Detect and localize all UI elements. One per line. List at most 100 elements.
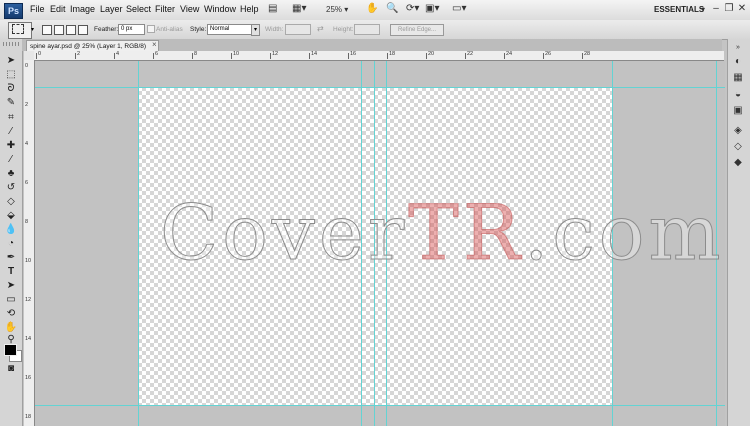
ruler-tick [465, 53, 466, 59]
ruler-tick [348, 53, 349, 59]
ruler-label: 18 [389, 51, 396, 57]
swatches-panel-icon[interactable]: ▦ [730, 72, 746, 84]
minimize-icon[interactable]: – [710, 3, 722, 15]
ruler-tick [426, 53, 427, 59]
ruler-label: 4 [25, 141, 29, 147]
arrange-documents-icon[interactable]: ▣▾ [425, 3, 439, 16]
styles-panel-icon[interactable]: ▣ [730, 105, 746, 117]
panel-grip[interactable] [3, 42, 19, 46]
3d-rotate-tool-icon[interactable]: ⟲ [3, 308, 19, 320]
marquee-tool-icon[interactable]: ⬚ [3, 69, 19, 81]
menu-window[interactable]: Window [204, 4, 236, 14]
menu-filter[interactable]: Filter [155, 4, 175, 14]
move-tool-icon[interactable]: ➤ [3, 55, 19, 67]
ruler-label: 0 [25, 63, 29, 69]
ruler-label: 18 [25, 414, 32, 420]
screen-mode-icon[interactable]: ▭▾ [452, 3, 466, 16]
intersect-selection-button[interactable] [78, 25, 88, 35]
ruler-tick [309, 53, 310, 59]
height-input[interactable] [354, 24, 380, 35]
ruler-label: 6 [155, 51, 159, 57]
menu-help[interactable]: Help [240, 4, 259, 14]
ruler-label: 8 [194, 51, 198, 57]
history-brush-tool-icon[interactable]: ↺ [3, 182, 19, 194]
quick-mask-icon[interactable]: ◙ [3, 363, 19, 375]
ruler-label: 20 [428, 51, 435, 57]
ruler-tick [36, 53, 37, 59]
guide-horizontal[interactable] [35, 405, 725, 406]
eraser-tool-icon[interactable]: ◇ [3, 196, 19, 208]
guide-vertical[interactable] [138, 61, 139, 426]
ruler-label: 2 [25, 102, 29, 108]
channels-panel-icon[interactable]: ◇ [730, 141, 746, 153]
menu-image[interactable]: Image [70, 4, 95, 14]
ruler-tick [582, 53, 583, 59]
menu-layer[interactable]: Layer [100, 4, 123, 14]
type-tool-icon[interactable]: T [3, 266, 19, 278]
menu-view[interactable]: View [180, 4, 199, 14]
antialias-label: Anti-alias [156, 26, 183, 33]
menu-select[interactable]: Select [126, 4, 151, 14]
ruler-label: 16 [350, 51, 357, 57]
zoom-level-value: 25% [326, 5, 343, 14]
ruler-tick [387, 53, 388, 59]
layers-panel-icon[interactable]: ◈ [730, 125, 746, 137]
shape-tool-icon[interactable]: ▭ [3, 294, 19, 306]
brush-tool-icon[interactable]: ⁄ [3, 154, 19, 166]
chevron-down-icon: ▾ [31, 27, 35, 33]
foreground-color-swatch[interactable] [4, 344, 17, 356]
quick-select-tool-icon[interactable]: ✎ [3, 97, 19, 109]
swap-icon[interactable]: ⇄ [317, 24, 324, 33]
subtract-selection-button[interactable] [66, 25, 76, 35]
guide-horizontal[interactable] [35, 87, 725, 88]
ruler-label: 22 [467, 51, 474, 57]
rectangular-marquee-icon [12, 24, 24, 34]
zoom-tool-icon[interactable]: 🔍 [386, 3, 398, 16]
ruler-label: 2 [77, 51, 81, 57]
hand-tool-icon[interactable]: ✋ [366, 3, 378, 16]
adjustments-panel-icon[interactable]: ◒ [730, 89, 746, 101]
paths-panel-icon[interactable]: ◆ [730, 157, 746, 169]
close-document-icon[interactable]: × [152, 40, 157, 49]
ruler-label: 10 [25, 258, 32, 264]
path-selection-tool-icon[interactable]: ➤ [3, 280, 19, 292]
horizontal-ruler[interactable] [34, 51, 724, 61]
bridge-icon[interactable]: ▤ [268, 3, 277, 16]
close-icon[interactable]: ✕ [736, 3, 748, 15]
zoom-level-select[interactable]: 25% ▾ [326, 5, 348, 18]
height-label: Height: [333, 26, 354, 33]
ruler-tick [231, 53, 232, 59]
hand-tool-icon[interactable]: ✋ [3, 322, 19, 334]
crop-tool-icon[interactable]: ⌗ [3, 112, 19, 124]
dodge-tool-icon[interactable]: ◔ [3, 238, 19, 250]
lasso-tool-icon[interactable]: ᘐ [3, 83, 19, 95]
vertical-ruler[interactable] [24, 60, 35, 426]
add-selection-button[interactable] [54, 25, 64, 35]
refine-edge-button[interactable]: Refine Edge... [390, 24, 444, 36]
menu-file[interactable]: File [30, 4, 45, 14]
ruler-tick [270, 53, 271, 59]
paint-bucket-tool-icon[interactable]: ⬙ [3, 210, 19, 222]
ruler-label: 12 [25, 297, 32, 303]
rotate-view-icon[interactable]: ⟳▾ [406, 3, 419, 16]
collapse-panels-icon[interactable]: » [730, 42, 746, 54]
style-dropdown-icon[interactable]: ▾ [251, 24, 260, 36]
ruler-label: 16 [25, 375, 32, 381]
new-selection-button[interactable] [42, 25, 52, 35]
workspace-dropdown-icon[interactable]: ▾ [697, 4, 709, 16]
color-panel-icon[interactable]: ◐ [730, 56, 746, 68]
view-extras-icon[interactable]: ▦▾ [292, 3, 306, 16]
eyedropper-tool-icon[interactable]: ⁄ [3, 126, 19, 138]
ruler-label: 6 [25, 180, 29, 186]
pen-tool-icon[interactable]: ✒ [3, 252, 19, 264]
feather-input[interactable]: 0 px [118, 24, 145, 35]
menu-edit[interactable]: Edit [50, 4, 66, 14]
width-input[interactable] [285, 24, 311, 35]
watermark-accent-text: TR [408, 188, 525, 278]
clone-stamp-tool-icon[interactable]: ♣ [3, 168, 19, 180]
ruler-label: 10 [233, 51, 240, 57]
antialias-checkbox[interactable] [147, 25, 155, 33]
restore-icon[interactable]: ❐ [723, 3, 735, 15]
healing-brush-tool-icon[interactable]: ✚ [3, 140, 19, 152]
blur-tool-icon[interactable]: 💧 [3, 224, 19, 236]
